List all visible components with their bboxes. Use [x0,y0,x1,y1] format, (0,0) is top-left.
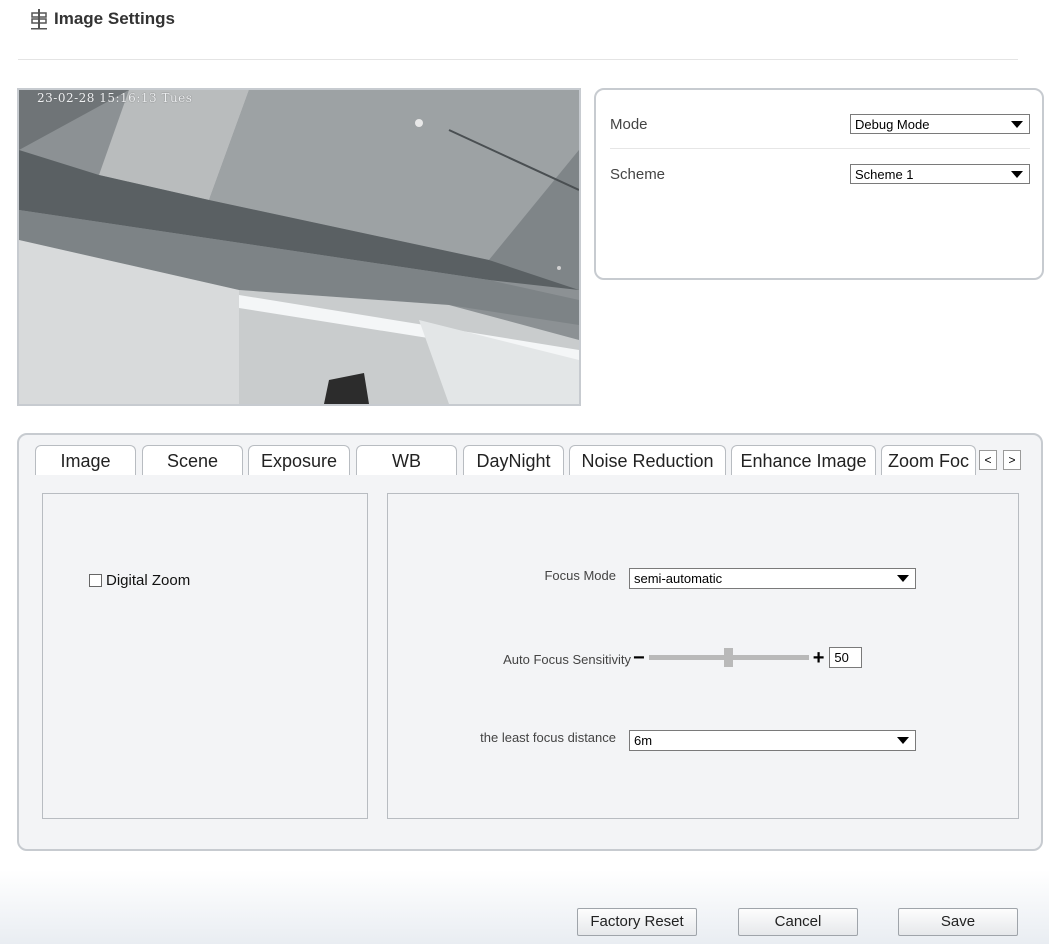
tab-enhance-image[interactable]: Enhance Image [731,445,876,475]
zoom-section: Digital Zoom [42,493,368,819]
scheme-label: Scheme [610,165,666,183]
dropdown-arrow-icon [897,575,909,582]
preview-timestamp: 23-02-28 15:16:13 Tues [37,91,193,105]
page-title: Image Settings [54,9,175,28]
mode-select[interactable]: Debug Mode [850,114,1030,134]
header-divider [18,59,1018,60]
af-sensitivity-input[interactable]: 50 [829,647,863,668]
tab-scroll-left-button[interactable]: < [979,450,997,470]
af-sensitivity-slider-group: − + 50 [633,647,863,668]
tab-zoom-focus[interactable]: Zoom Foc [881,445,976,475]
af-sensitivity-slider[interactable] [648,648,809,667]
dropdown-arrow-icon [1011,121,1023,128]
tab-noise-reduction[interactable]: Noise Reduction [569,445,726,475]
slider-handle[interactable] [723,648,733,667]
least-focus-distance-select[interactable]: 6m [629,730,916,751]
focus-mode-value: semi-automatic [634,571,723,586]
camera-preview-image [19,90,579,404]
dropdown-arrow-icon [897,737,909,744]
least-focus-distance-label: the least focus distance [480,730,616,745]
mode-panel: Mode Debug Mode Scheme Scheme 1 [594,88,1044,280]
digital-zoom-row[interactable]: Digital Zoom [89,572,190,589]
increase-icon[interactable]: + [813,648,825,668]
tab-content: Digital Zoom Focus Mode semi-automatic A… [23,475,1037,843]
settings-tab-panel: Image Scene Exposure WB DayNight Noise R… [17,433,1043,851]
camera-preview: 23-02-28 15:16:13 Tues [17,88,581,406]
tab-exposure[interactable]: Exposure [248,445,350,475]
dropdown-arrow-icon [1011,171,1023,178]
decrease-icon[interactable]: − [633,648,645,668]
focus-mode-label: Focus Mode [544,568,616,583]
save-button[interactable]: Save [898,908,1018,936]
mode-row: Mode Debug Mode [610,100,1030,149]
af-sensitivity-label: Auto Focus Sensitivity [503,652,631,667]
tab-scroll-right-button[interactable]: > [1003,450,1021,470]
scheme-select[interactable]: Scheme 1 [850,164,1030,184]
cancel-button[interactable]: Cancel [738,908,858,936]
least-focus-distance-value: 6m [634,733,653,748]
tab-image[interactable]: Image [35,445,136,475]
page-header: Image Settings [30,8,175,30]
focus-section: Focus Mode semi-automatic Auto Focus Sen… [387,493,1019,819]
tab-daynight[interactable]: DayNight [463,445,564,475]
tab-strip: Image Scene Exposure WB DayNight Noise R… [35,445,1035,475]
tab-scene[interactable]: Scene [142,445,243,475]
focus-mode-select[interactable]: semi-automatic [629,568,916,589]
footer-background [0,870,1049,944]
factory-reset-button[interactable]: Factory Reset [577,908,697,936]
digital-zoom-checkbox[interactable] [89,574,102,587]
scheme-select-value: Scheme 1 [855,167,914,182]
scheme-row: Scheme Scheme 1 [610,150,1030,198]
mode-select-value: Debug Mode [855,117,930,132]
tab-wb[interactable]: WB [356,445,457,475]
signpost-icon [31,9,47,30]
mode-label: Mode [610,115,648,133]
digital-zoom-label: Digital Zoom [106,572,191,589]
